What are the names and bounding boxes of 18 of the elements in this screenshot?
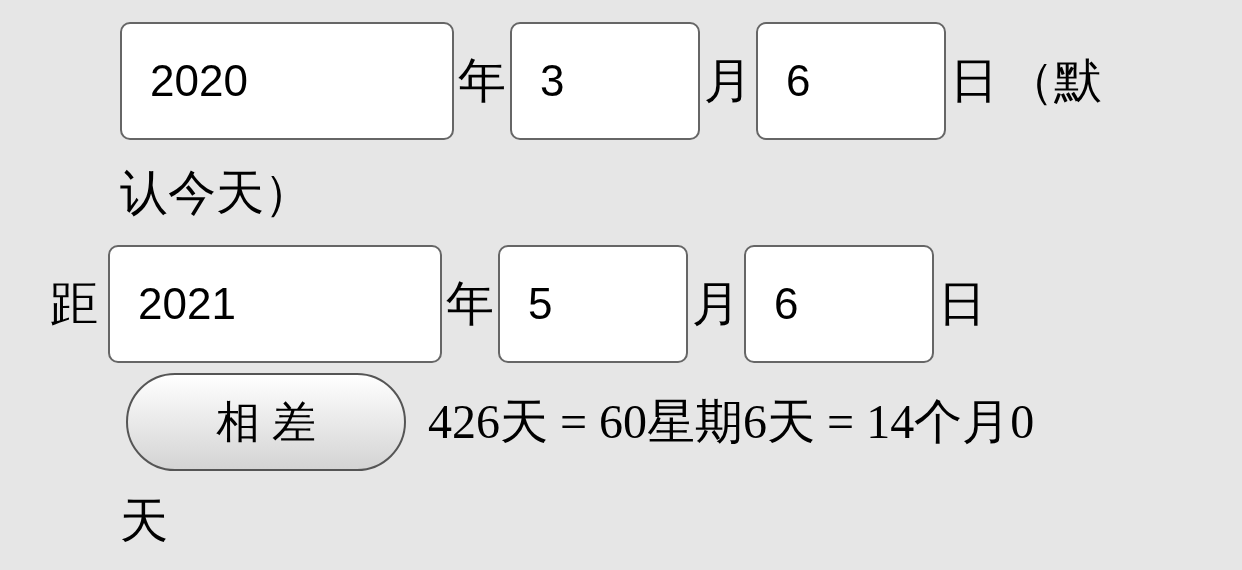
default-note: （默 [1006,57,1102,105]
input-field[interactable]: 2020 [120,22,454,140]
input-field[interactable]: 6 [756,22,946,140]
unit-label: 年 [446,280,494,328]
input-field[interactable]: 5 [498,245,688,363]
result-text: 天 [120,497,168,545]
distance-label: 距 [50,280,98,328]
unit-label: 年 [458,57,506,105]
default-note: 认今天） [120,168,312,217]
result-text: 426天 = 60星期6天 = 14个月0 [428,398,1035,446]
input-field[interactable]: 3 [510,22,700,140]
unit-label: 月 [704,57,752,105]
input-field[interactable]: 6 [744,245,934,363]
unit-label: 日 [950,57,998,105]
difference-button[interactable]: 相 差 [126,373,406,471]
unit-label: 月 [692,280,740,328]
input-field[interactable]: 2021 [108,245,442,363]
unit-label: 日 [938,280,986,328]
